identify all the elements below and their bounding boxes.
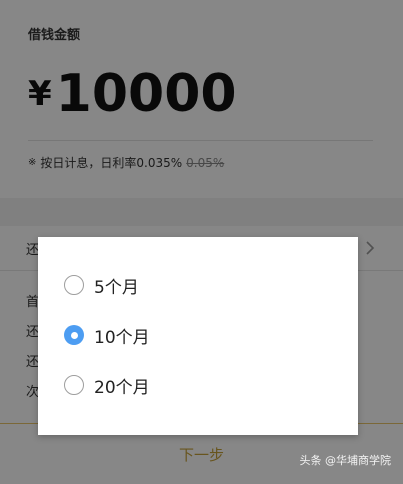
radio-unchecked-icon [64, 375, 84, 395]
watermark-text: 头条 @华埔商学院 [299, 454, 392, 467]
option-10-months[interactable]: 10个月 [64, 319, 150, 351]
option-20-months[interactable]: 20个月 [64, 369, 150, 401]
option-5-months[interactable]: 5个月 [64, 269, 139, 301]
watermark: 头条 @华埔商学院 [300, 452, 392, 468]
radio-checked-icon [64, 325, 84, 345]
radio-unchecked-icon [64, 275, 84, 295]
option-label: 20个月 [94, 377, 150, 398]
option-label: 10个月 [94, 327, 150, 348]
term-select-dialog: 5个月 10个月 20个月 [38, 237, 358, 435]
option-label: 5个月 [94, 277, 139, 298]
